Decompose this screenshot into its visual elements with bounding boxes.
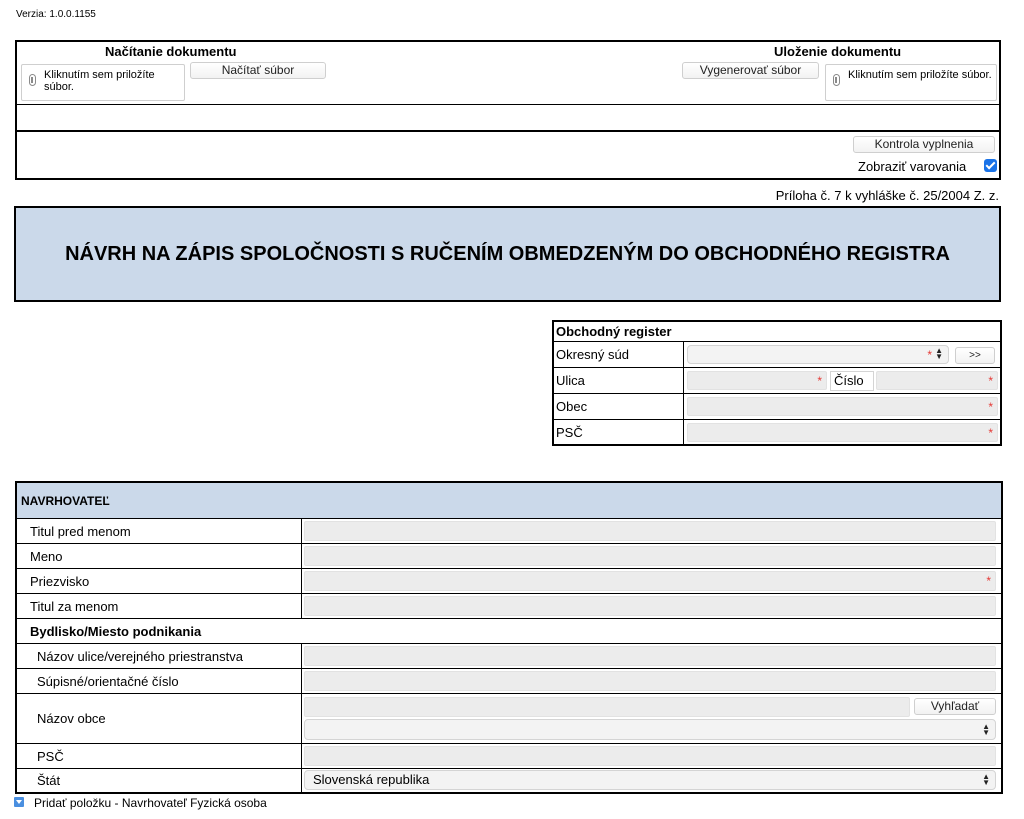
save-document-title: Uloženie dokumentu: [774, 44, 902, 59]
row-street: Názov ulice/verejného priestranstva: [17, 644, 1001, 669]
title-before-input[interactable]: [304, 521, 996, 541]
paperclip-icon: [29, 74, 36, 86]
row-house-number: Súpisné/orientačné číslo: [17, 669, 1001, 694]
city-name-label: Názov obce: [37, 711, 106, 726]
required-icon: *: [988, 374, 993, 388]
load-document-title: Načítanie dokumentu: [105, 44, 237, 59]
search-city-button[interactable]: Vyhľadať: [914, 698, 996, 715]
first-name-label: Meno: [30, 549, 63, 564]
register-row-city: Obec *: [554, 394, 1000, 420]
row-title-before: Titul pred menom: [17, 519, 1001, 544]
number-input[interactable]: *: [876, 371, 998, 390]
row-residence-heading: Bydlisko/Miesto podnikania: [17, 619, 1001, 644]
updown-icon: ▲ ▼: [982, 772, 990, 787]
title-after-input[interactable]: [304, 596, 996, 616]
register-row-street: Ulica * Číslo *: [554, 368, 1000, 394]
paperclip-icon: [833, 74, 840, 86]
court-select[interactable]: * ▲ ▼: [687, 345, 949, 364]
row-city: Názov obce Vyhľadať ▲ ▼: [17, 694, 1001, 744]
court-lookup-button[interactable]: >>: [955, 347, 995, 364]
number-label: Číslo: [830, 371, 874, 391]
city-input[interactable]: *: [687, 397, 998, 416]
row-country: Štát Slovenská republika ▲ ▼: [17, 769, 1001, 792]
row-surname: Priezvisko *: [17, 569, 1001, 594]
surname-label: Priezvisko: [30, 574, 90, 589]
validation-row: Kontrola vyplnenia Zobraziť varovania: [17, 132, 999, 178]
street-name-label: Názov ulice/verejného priestranstva: [37, 649, 243, 664]
row-first-name: Meno: [17, 544, 1001, 569]
version-label: Verzia: 1.0.0.1155: [16, 9, 96, 20]
applicant-title: NAVRHOVATEĽ: [17, 483, 1001, 519]
country-select[interactable]: Slovenská republika ▲ ▼: [304, 770, 996, 790]
show-warnings-label: Zobraziť varovania: [858, 159, 967, 174]
register-row-court: Okresný súd * ▲ ▼ >>: [554, 342, 1000, 368]
form-title: NÁVRH NA ZÁPIS SPOLOČNOSTI S RUČENÍM OBM…: [14, 206, 1001, 302]
required-icon: *: [986, 574, 991, 588]
add-applicant-link[interactable]: Pridať položku - Navrhovateľ Fyzická oso…: [14, 796, 267, 810]
save-attach-text: Kliknutím sem priložíte súbor.: [848, 69, 992, 81]
first-name-input[interactable]: [304, 546, 996, 566]
street-input[interactable]: *: [687, 371, 827, 390]
required-icon: *: [988, 400, 993, 414]
required-icon: *: [927, 348, 932, 362]
zip-input[interactable]: *: [687, 423, 998, 442]
country-label: Štát: [37, 773, 61, 788]
zip-label: PSČ: [556, 425, 583, 440]
updown-icon: ▲ ▼: [935, 346, 943, 361]
row-zip: PSČ: [17, 744, 1001, 769]
load-attach-text: Kliknutím sem priložíte súbor.: [44, 69, 155, 93]
show-warnings-checkbox[interactable]: [984, 159, 997, 172]
required-icon: *: [817, 374, 822, 388]
required-icon: *: [988, 426, 993, 440]
city-name-input[interactable]: [304, 697, 910, 717]
add-applicant-text: Pridať položku - Navrhovateľ Fyzická oso…: [34, 796, 267, 810]
title-after-label: Titul za menom: [30, 599, 119, 614]
city-select[interactable]: ▲ ▼: [304, 719, 996, 740]
applicant-zip-label: PSČ: [37, 749, 64, 764]
surname-input[interactable]: *: [304, 571, 996, 591]
document-panel: Načítanie dokumentu Uloženie dokumentu K…: [15, 40, 1001, 180]
document-status-row: [17, 105, 999, 132]
house-number-label: Súpisné/orientačné číslo: [37, 674, 179, 689]
city-label: Obec: [556, 399, 588, 414]
register-title: Obchodný register: [554, 322, 1000, 342]
updown-icon: ▲ ▼: [982, 722, 990, 737]
save-attach-box[interactable]: Kliknutím sem priložíte súbor.: [825, 64, 997, 101]
title-before-label: Titul pred menom: [30, 524, 131, 539]
country-value: Slovenská republika: [313, 772, 430, 787]
street-label: Ulica: [556, 373, 585, 388]
court-label: Okresný súd: [556, 347, 629, 362]
row-title-after: Titul za menom: [17, 594, 1001, 619]
residence-heading: Bydlisko/Miesto podnikania: [30, 624, 202, 639]
document-actions-row: Načítanie dokumentu Uloženie dokumentu K…: [17, 42, 999, 105]
applicant-zip-input[interactable]: [304, 746, 996, 766]
applicant-section: NAVRHOVATEĽ Titul pred menom Meno Priezv…: [15, 481, 1003, 794]
register-row-zip: PSČ *: [554, 420, 1000, 446]
check-form-button[interactable]: Kontrola vyplnenia: [853, 136, 995, 153]
generate-file-button[interactable]: Vygenerovať súbor: [682, 62, 819, 79]
street-name-input[interactable]: [304, 646, 996, 666]
load-attach-box[interactable]: Kliknutím sem priložíte súbor.: [21, 64, 185, 101]
register-table: Obchodný register Okresný súd * ▲ ▼ >> Ul…: [552, 320, 1002, 446]
expand-arrow-icon: [14, 797, 24, 807]
load-file-button[interactable]: Načítať súbor: [190, 62, 326, 79]
house-number-input[interactable]: [304, 671, 996, 691]
annex-label: Príloha č. 7 k vyhláške č. 25/2004 Z. z.: [775, 188, 999, 203]
